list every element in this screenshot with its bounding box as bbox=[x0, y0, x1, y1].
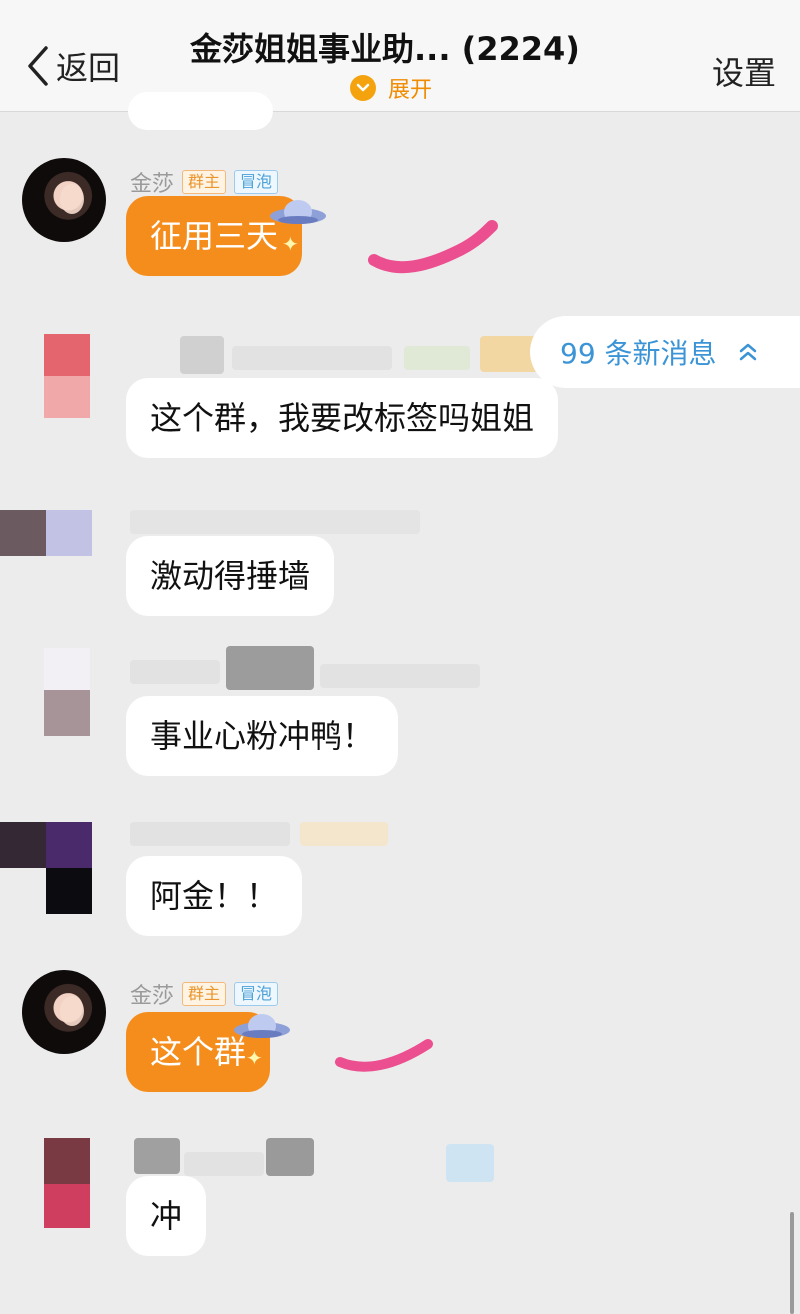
group-title: 金莎姐姐事业助... (2224) bbox=[190, 30, 580, 68]
blurred-sender-name bbox=[180, 336, 224, 374]
avatar[interactable] bbox=[0, 510, 100, 556]
blurred-sender-name bbox=[232, 346, 392, 370]
avatar[interactable] bbox=[22, 1138, 106, 1230]
message-bubble[interactable]: 冲 bbox=[126, 1176, 207, 1256]
chevron-down-icon bbox=[350, 75, 376, 101]
avatar[interactable] bbox=[22, 648, 106, 738]
blurred-sender-name bbox=[130, 822, 290, 846]
sender-name: 金莎 bbox=[130, 172, 175, 197]
blurred-sender-name bbox=[130, 510, 420, 534]
bubble-badge: 冒泡 bbox=[234, 170, 279, 194]
avatar[interactable] bbox=[22, 158, 106, 242]
sparkle-icon: ✦ bbox=[282, 232, 299, 256]
avatar[interactable] bbox=[22, 334, 106, 418]
blurred-sender-name bbox=[130, 660, 220, 684]
partial-message-bubble bbox=[128, 92, 273, 130]
sparkle-icon: ✦ bbox=[246, 1046, 263, 1070]
new-messages-button[interactable]: 99 条新消息 bbox=[530, 316, 800, 388]
double-chevron-up-icon bbox=[739, 343, 756, 361]
chat-header: 返回 金莎姐姐事业助... (2224) 展开 设置 bbox=[0, 0, 800, 112]
blurred-sender-name bbox=[184, 1152, 264, 1176]
sender-name: 金莎 bbox=[130, 984, 175, 1009]
blurred-badge bbox=[320, 664, 480, 688]
owner-badge: 群主 bbox=[182, 170, 227, 194]
expand-button[interactable]: 展开 bbox=[350, 72, 432, 104]
message-text: 激动得捶墙 bbox=[150, 557, 311, 595]
message-text: 这个群，我要改标签吗姐姐 bbox=[150, 399, 535, 437]
message-text: 事业心粉冲鸭！ bbox=[150, 717, 375, 755]
scribble-mark bbox=[368, 220, 498, 274]
ufo-icon bbox=[234, 1014, 290, 1038]
back-button[interactable]: 返回 bbox=[24, 42, 120, 90]
message-text: 冲 bbox=[150, 1197, 183, 1235]
sender-info: 金莎 群主 冒泡 bbox=[130, 166, 279, 198]
message-bubble[interactable]: 事业心粉冲鸭！ bbox=[126, 696, 399, 776]
blurred-sender-name bbox=[266, 1138, 314, 1176]
blurred-sender-name bbox=[226, 646, 314, 690]
bubble-badge: 冒泡 bbox=[234, 982, 279, 1006]
blurred-sender-name bbox=[134, 1138, 180, 1174]
scrollbar[interactable] bbox=[790, 1212, 794, 1314]
owner-badge: 群主 bbox=[182, 982, 227, 1006]
message-bubble[interactable]: 阿金！！ bbox=[126, 856, 303, 936]
blurred-badge bbox=[446, 1144, 494, 1182]
avatar[interactable] bbox=[22, 970, 106, 1054]
settings-button[interactable]: 设置 bbox=[712, 48, 776, 94]
message-text: 阿金！！ bbox=[150, 877, 279, 915]
back-label: 返回 bbox=[56, 49, 121, 87]
blurred-badge bbox=[404, 346, 470, 370]
blurred-badge bbox=[300, 822, 388, 846]
expand-label: 展开 bbox=[388, 78, 433, 103]
message-bubble[interactable]: 这个群，我要改标签吗姐姐 bbox=[126, 378, 559, 458]
message-bubble[interactable]: 激动得捶墙 bbox=[126, 536, 335, 616]
message-text: 征用三天 bbox=[150, 217, 279, 255]
new-messages-label: 99 条新消息 bbox=[560, 337, 717, 370]
chevron-left-icon bbox=[28, 46, 48, 86]
scribble-mark bbox=[335, 1039, 433, 1072]
ufo-icon bbox=[270, 200, 326, 224]
avatar[interactable] bbox=[0, 822, 92, 914]
